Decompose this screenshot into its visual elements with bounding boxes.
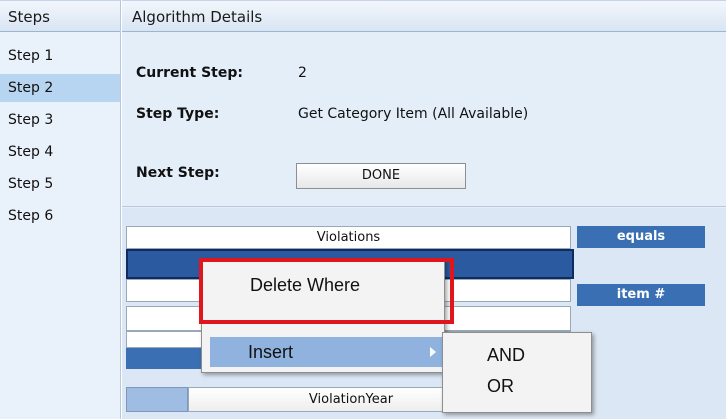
step-type-value: Get Category Item (All Available): [298, 106, 529, 122]
steps-panel: Steps Step 1 Step 2 Step 3 Step 4 Step 5…: [0, 0, 121, 419]
steps-list: Step 1 Step 2 Step 3 Step 4 Step 5 Step …: [0, 32, 120, 230]
operator-equals[interactable]: equals: [577, 226, 705, 248]
submenu-item-or[interactable]: OR: [487, 376, 514, 397]
steps-header: Steps: [0, 0, 120, 32]
operator-item-number[interactable]: item #: [577, 284, 705, 306]
current-step-value: 2: [298, 65, 307, 81]
current-step-label: Current Step:: [136, 65, 243, 81]
step-item-3[interactable]: Step 3: [0, 106, 120, 134]
step-item-5[interactable]: Step 5: [0, 170, 120, 198]
next-step-button[interactable]: DONE: [296, 163, 466, 189]
step-item-1[interactable]: Step 1: [0, 42, 120, 70]
menu-item-insert[interactable]: Insert: [210, 337, 442, 367]
submenu-arrow-icon: [430, 347, 436, 357]
highlight-annotation: [199, 258, 454, 324]
where-row-handle[interactable]: [126, 387, 188, 412]
insert-submenu: AND OR: [442, 332, 592, 413]
section-divider: [122, 206, 726, 207]
submenu-item-and[interactable]: AND: [487, 345, 525, 366]
next-step-label: Next Step:: [136, 165, 220, 181]
details-header: Algorithm Details: [122, 0, 726, 32]
where-field-violations[interactable]: Violations: [126, 226, 571, 249]
step-item-6[interactable]: Step 6: [0, 202, 120, 230]
step-item-4[interactable]: Step 4: [0, 138, 120, 166]
step-type-label: Step Type:: [136, 106, 220, 122]
step-item-2[interactable]: Step 2: [0, 74, 120, 102]
menu-item-insert-label: Insert: [248, 342, 294, 362]
